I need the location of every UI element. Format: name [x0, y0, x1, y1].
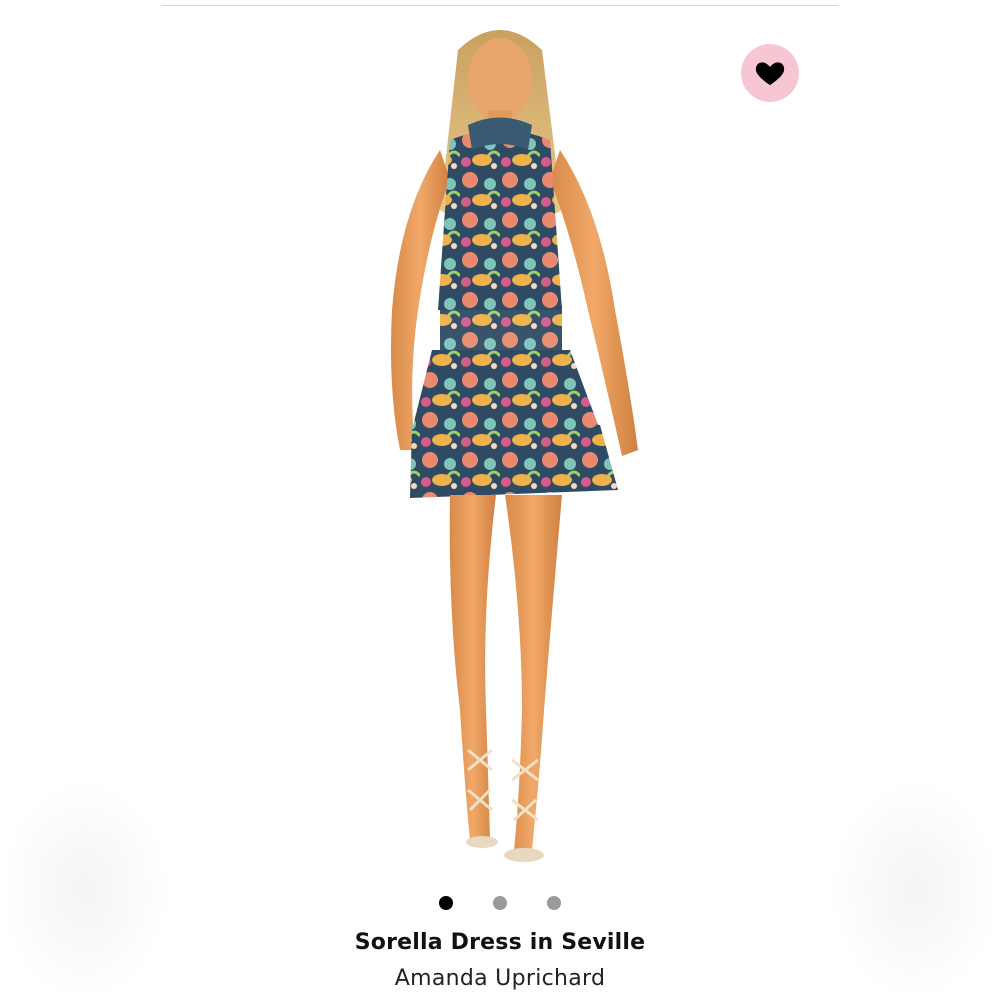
carousel-dot-1[interactable]: [439, 896, 453, 910]
carousel-dots: [0, 896, 1000, 910]
heart-icon: [755, 62, 785, 85]
carousel-dot-2[interactable]: [493, 896, 507, 910]
product-detail-screen: Sorella Dress in Seville Amanda Uprichar…: [0, 0, 1000, 1000]
carousel-dot-3[interactable]: [547, 896, 561, 910]
product-image[interactable]: [300, 10, 700, 880]
top-divider: [161, 5, 839, 6]
wishlist-button[interactable]: [741, 44, 799, 102]
product-brand[interactable]: Amanda Uprichard: [0, 966, 1000, 991]
product-title: Sorella Dress in Seville: [354, 930, 646, 955]
